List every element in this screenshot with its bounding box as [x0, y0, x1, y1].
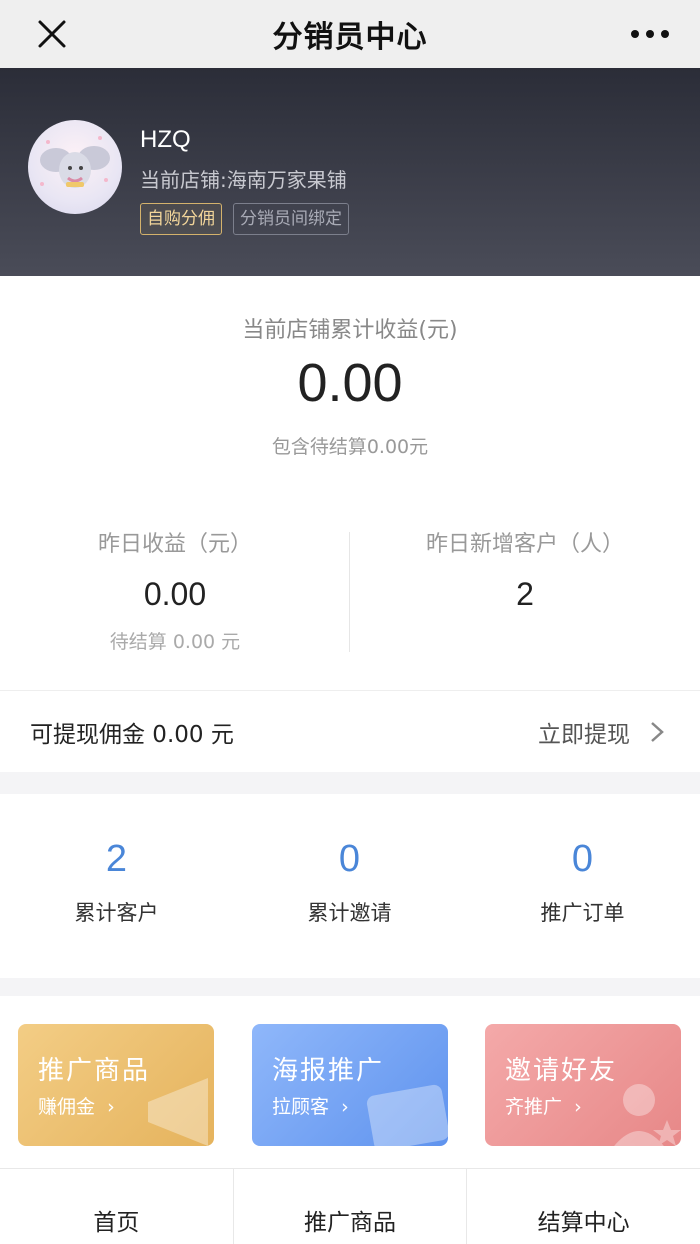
poster-card-icon [366, 1084, 448, 1146]
withdraw-row[interactable]: 可提现佣金 0.00 元 立即提现 [0, 690, 700, 772]
promo-sub: 赚佣金 › [38, 1096, 115, 1118]
stat-total-customers[interactable]: 2 累计客户 [0, 838, 233, 927]
withdrawable-commission: 可提现佣金 0.00 元 [30, 722, 234, 748]
profile-header: HZQ 当前店铺:海南万家果铺 自购分佣 分销员间绑定 [0, 68, 700, 276]
person-star-icon [614, 1084, 681, 1146]
stat-label: 推广订单 [540, 901, 625, 925]
stat-promo-orders[interactable]: 0 推广订单 [466, 838, 699, 927]
more-dots-icon[interactable] [628, 12, 672, 56]
stat-total-invites[interactable]: 0 累计邀请 [233, 838, 466, 927]
promo-title: 邀请好友 [505, 1056, 618, 1086]
chevron-right-icon [650, 721, 664, 747]
tab-settlement-center[interactable]: 结算中心 [467, 1169, 700, 1244]
stat-label: 累计邀请 [307, 901, 392, 925]
total-earnings-value: 0.00 [297, 353, 403, 413]
new-customers-value: 2 [516, 576, 534, 612]
yesterday-new-customers: 昨日新增客户（人） 2 [350, 526, 700, 613]
nav-bar: 分销员中心 [0, 0, 700, 68]
yesterday-earnings: 昨日收益（元） 0.00 待结算 0.00 元 [0, 526, 350, 654]
poster-promo-card[interactable]: 海报推广 拉顾客 › [252, 1024, 448, 1146]
yesterday-earnings-value: 0.00 [143, 576, 207, 612]
total-earnings-label: 当前店铺累计收益(元) [242, 318, 458, 343]
shop-name: 当前店铺:海南万家果铺 [140, 168, 347, 192]
withdraw-now-button[interactable]: 立即提现 [538, 715, 630, 749]
stat-label: 累计客户 [74, 901, 159, 925]
stat-value: 0 [338, 838, 361, 880]
promo-cards: 推广商品 赚佣金 › 海报推广 拉顾客 › 邀请好友 齐推广 › [0, 996, 700, 1168]
promo-title: 推广商品 [38, 1056, 151, 1086]
yesterday-pending: 待结算 0.00 元 [109, 631, 241, 653]
tab-home[interactable]: 首页 [0, 1169, 234, 1244]
new-customers-label: 昨日新增客户（人） [425, 532, 624, 557]
avatar[interactable] [28, 120, 122, 214]
stats-panel: 2 累计客户 0 累计邀请 0 推广订单 [0, 794, 700, 978]
stat-value: 2 [105, 838, 128, 880]
tab-promo-products[interactable]: 推广商品 [234, 1169, 468, 1244]
invite-friends-card[interactable]: 邀请好友 齐推广 › [485, 1024, 681, 1146]
promo-products-card[interactable]: 推广商品 赚佣金 › [18, 1024, 214, 1146]
page-title: 分销员中心 [272, 20, 428, 55]
pending-settlement-text: 包含待结算0.00元 [271, 436, 429, 458]
username: HZQ [140, 126, 191, 153]
tag-self-purchase: 自购分佣 [140, 203, 222, 235]
promo-sub: 拉顾客 › [272, 1096, 349, 1118]
tag-binding: 分销员间绑定 [233, 203, 349, 235]
yesterday-earnings-label: 昨日收益（元） [97, 532, 252, 557]
bottom-tab-bar: 首页 推广商品 结算中心 [0, 1168, 700, 1244]
promo-sub: 齐推广 › [505, 1096, 582, 1118]
close-icon[interactable] [30, 12, 74, 56]
megaphone-icon [148, 1078, 208, 1146]
earnings-card: 当前店铺累计收益(元) 0.00 包含待结算0.00元 昨日收益（元） 0.00… [0, 276, 700, 772]
stat-value: 0 [571, 838, 594, 880]
